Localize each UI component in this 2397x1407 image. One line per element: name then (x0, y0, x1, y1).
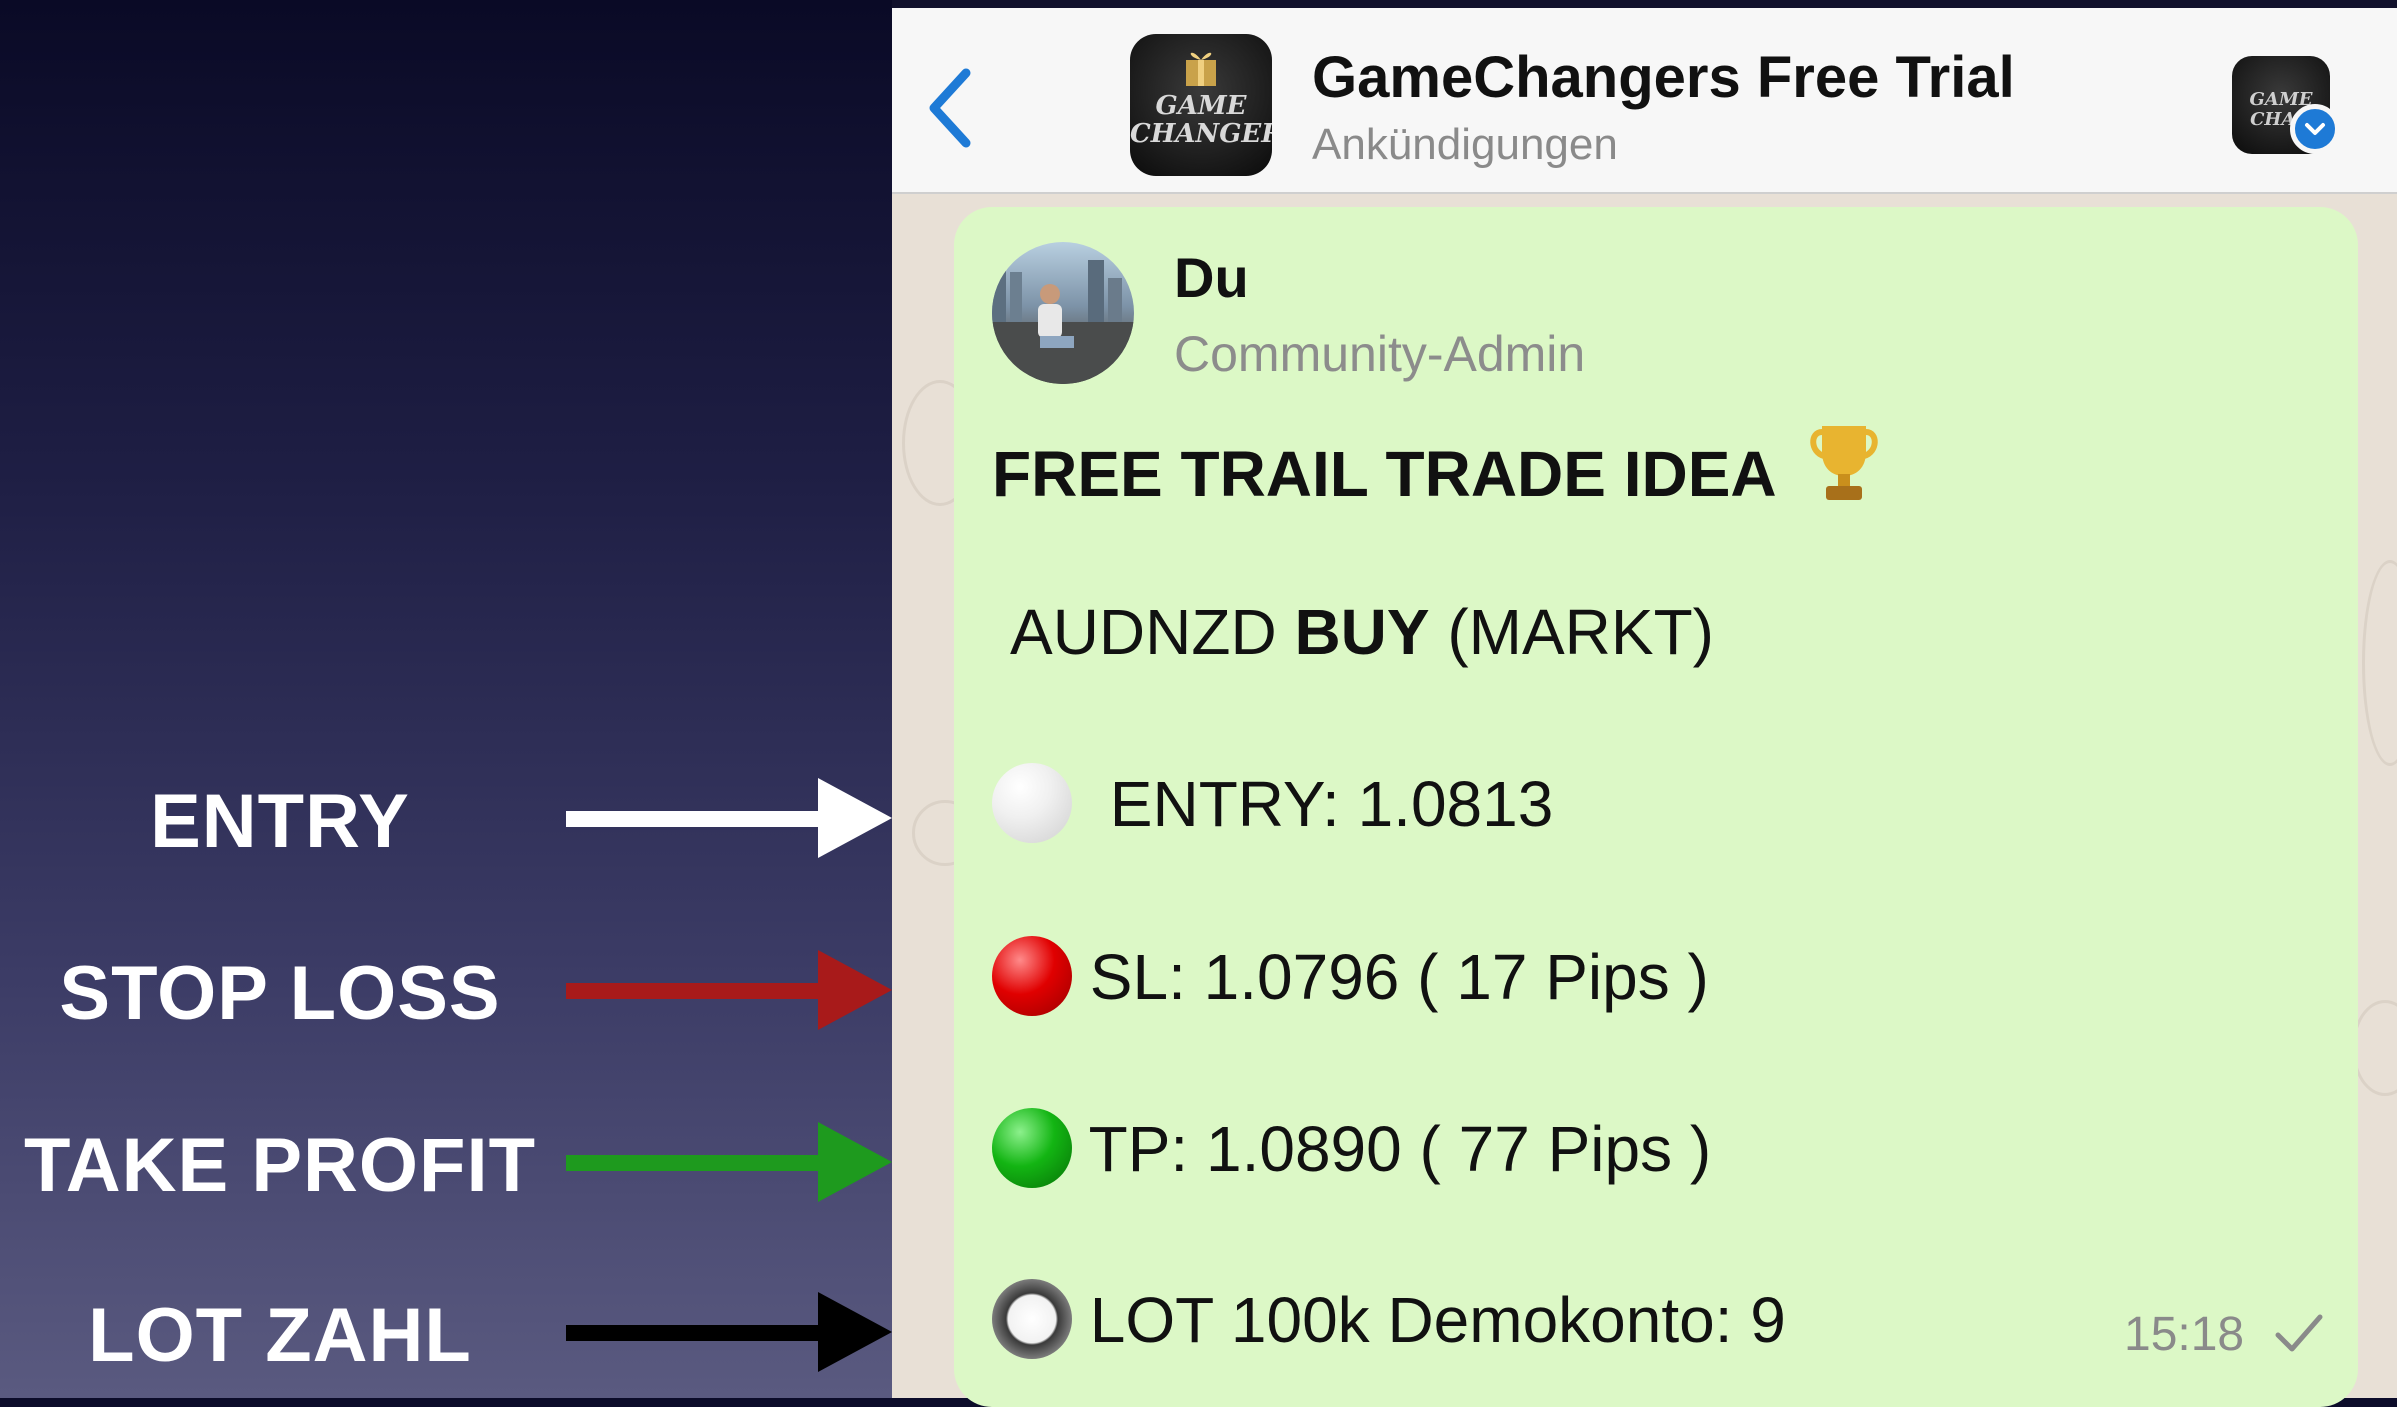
sender-role: Community-Admin (1174, 326, 1586, 382)
stoploss-line: SL: 1.0796 ( 17 Pips ) (992, 936, 1709, 1022)
message-title-text: FREE TRAIL TRADE IDEA (992, 438, 1775, 510)
chat-title: GameChangers Free Trial (1312, 45, 2015, 110)
takeprofit-arrow-icon (566, 1122, 892, 1202)
entry-arrow-icon (566, 778, 892, 858)
checkmark-icon (2275, 1314, 2323, 1352)
trade-pair-line: AUDNZD BUY (MARKT) (1010, 595, 1714, 669)
chat-header: GAME CHANGERS GameChangers Free Trial An… (892, 8, 2397, 194)
entry-text: ENTRY: 1.0813 (1109, 768, 1554, 840)
message-bubble[interactable]: Du Community-Admin FREE TRAIL TRADE IDEA… (954, 207, 2358, 1407)
message-timestamp: 15:18 (2124, 1308, 2245, 1361)
chevron-down-badge-icon (2305, 123, 2325, 135)
lot-arrow-icon (566, 1292, 892, 1372)
annotation-panel: ENTRY STOP LOSS TAKE PROFIT LOT ZAHL (0, 0, 892, 1398)
annotation-stoploss-label: STOP LOSS (59, 951, 501, 1036)
annotation-entry-label: ENTRY (150, 779, 410, 864)
chevron-left-icon[interactable] (920, 63, 980, 153)
white-circle-icon (992, 763, 1072, 844)
lot-line: LOT 100k Demokonto: 9 (992, 1279, 1786, 1365)
radio-button-icon (992, 1279, 1072, 1360)
takeprofit-text: TP: 1.0890 ( 77 Pips ) (1088, 1113, 1712, 1185)
annotation-lot-label: LOT ZAHL (88, 1293, 472, 1378)
red-circle-icon (992, 936, 1072, 1017)
sender-name: Du (1174, 246, 1249, 309)
group-avatar-text: GAME CHANGERS (1130, 91, 1272, 149)
wallpaper-doodle (2352, 1000, 2397, 1096)
stoploss-text: SL: 1.0796 ( 17 Pips ) (1089, 941, 1709, 1013)
sender-avatar[interactable] (992, 242, 1134, 384)
stoploss-arrow-icon (566, 950, 892, 1030)
community-badge (2290, 104, 2340, 154)
message-title: FREE TRAIL TRADE IDEA (992, 422, 1882, 511)
trade-action: BUY (1294, 596, 1430, 668)
avatar-photo (992, 260, 1134, 384)
trade-pair: AUDNZD (1010, 596, 1277, 668)
wallpaper-doodle (2362, 560, 2397, 766)
status-strip (892, 0, 2397, 8)
annotation-takeprofit-label: TAKE PROFIT (23, 1123, 536, 1208)
entry-line: ENTRY: 1.0813 (992, 763, 1554, 849)
chat-screen: GAME CHANGERS GameChangers Free Trial An… (892, 0, 2397, 1407)
green-circle-icon (992, 1108, 1072, 1189)
group-avatar[interactable]: GAME CHANGERS (1130, 34, 1272, 176)
lot-text: LOT 100k Demokonto: 9 (1089, 1284, 1786, 1356)
gift-icon (1186, 52, 1216, 86)
chat-subtitle: Ankündigungen (1312, 120, 1618, 169)
trade-order-type: (MARKT) (1447, 596, 1714, 668)
trophy-icon (1810, 426, 1878, 500)
takeprofit-line: TP: 1.0890 ( 77 Pips ) (992, 1108, 1712, 1194)
